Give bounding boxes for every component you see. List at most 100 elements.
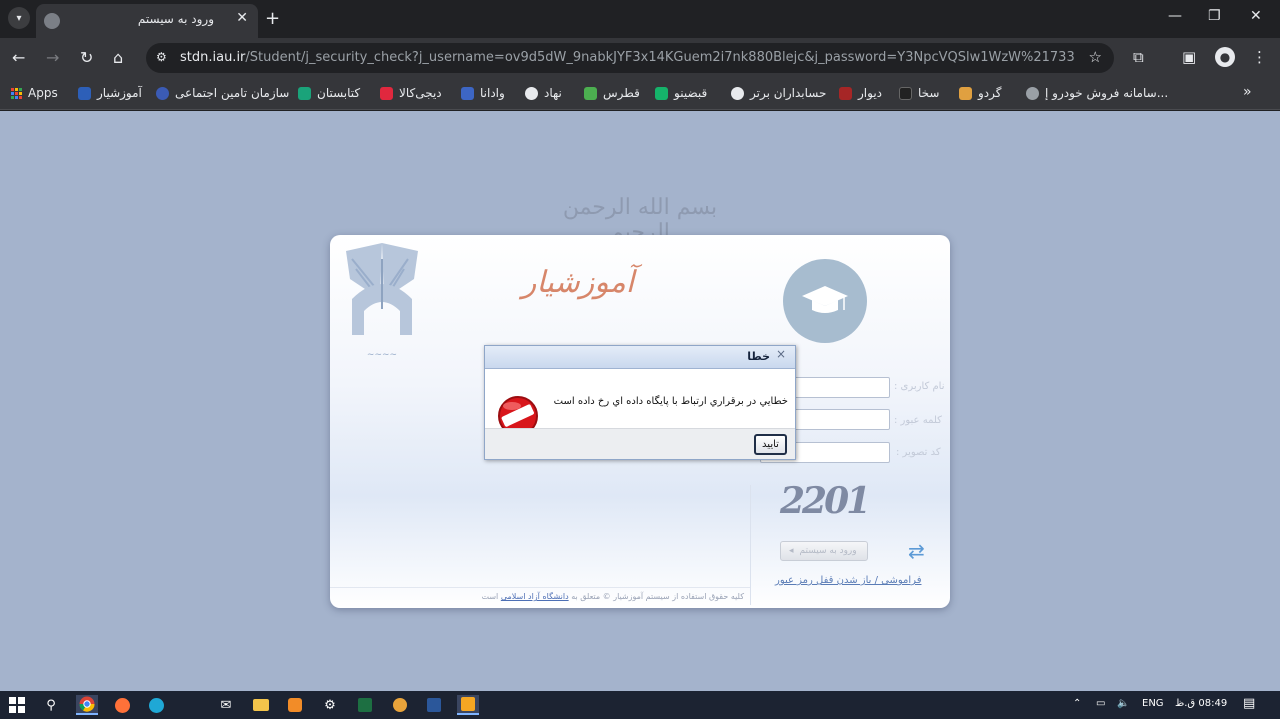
app-taskbar-icon-3[interactable] [389,695,411,715]
close-tab-icon[interactable]: ✕ [236,10,248,26]
bookmark-digikala[interactable]: دیجی‌کالا [380,86,442,100]
chrome-taskbar-icon[interactable] [76,695,98,715]
bookmark-favicon-icon [1026,86,1039,100]
url-path: /Student/j_security_check?j_username=ov9… [245,50,1075,65]
bookmark-nahad[interactable]: نهاد [525,86,562,100]
dialog-close-icon[interactable]: × [776,347,786,361]
url-text[interactable]: stdn.iau.ir/Student/j_security_check?j_u… [180,50,1075,65]
error-dialog: × خطا خطايي در برقراري ارتباط با پايگاه … [484,345,796,460]
network-icon[interactable]: ▭ [1096,698,1105,709]
bookmark-ketabestan[interactable]: کتابستان [298,86,360,100]
bookmark-favicon-icon [461,86,474,100]
home-icon[interactable]: ⌂ [113,48,123,67]
bookmark-favicon-icon [156,86,169,100]
side-panel-icon[interactable]: ▣ [1182,48,1196,66]
windows-start-icon[interactable] [6,695,28,715]
captcha-label: کد تصویر : [896,447,941,458]
bookmark-favicon-icon [78,86,91,100]
app-taskbar-icon[interactable] [284,695,306,715]
bookmark-tamin[interactable]: سازمان تامین اجتماعی [156,86,289,100]
notification-icon[interactable]: ▤ [1243,696,1255,711]
site-info-icon[interactable]: ⚙ [156,50,167,64]
reload-icon[interactable]: ↻ [80,48,93,67]
ok-button[interactable]: تایید [754,434,787,455]
forward-icon[interactable]: → [46,48,59,67]
graduation-cap-icon [783,259,867,343]
login-button[interactable]: ورود به سیستم ◂ [780,541,868,561]
brand-title: آموزشیار [521,265,635,300]
copyright-footer: کلیه حقوق استفاده از سیستم آموزشیار © مت… [481,592,745,601]
tab-active[interactable]: ورود به سیستم ✕ [36,4,258,38]
card-divider [750,485,751,605]
password-label: کلمه عبور : [894,415,942,426]
file-explorer-icon[interactable] [250,695,272,715]
bookmark-favicon-icon [525,86,538,100]
language-indicator[interactable]: ENG [1142,698,1164,709]
bookmark-ghatras[interactable]: قطرس [584,86,640,100]
footer-divider [330,587,750,588]
app-taskbar-icon-2[interactable]: ⚙ [319,695,341,715]
mail-taskbar-icon[interactable]: ✉ [215,695,237,715]
bismillah-calligraphy: بسم الله الرحمن الرحيم [562,195,718,245]
bookmark-favicon-icon [380,86,393,100]
bookmark-apps[interactable]: Apps [11,86,58,100]
address-bar[interactable]: ⚙ stdn.iau.ir/Student/j_security_check?j… [146,43,1114,73]
bookmark-favicon-icon [839,86,852,100]
login-button-label: ورود به سیستم [799,546,857,556]
bookmark-ghabzino[interactable]: قبضینو [655,86,707,100]
bookmark-favicon-icon [655,86,668,100]
url-host: stdn.iau.ir [180,50,246,65]
bookmark-khodro[interactable]: سامانه فروش خودرو إ... [1026,86,1168,100]
bookmark-star-icon[interactable]: ☆ [1089,48,1102,66]
university-logo-icon: ~~~~ [346,243,418,360]
search-icon[interactable]: ⚲ [40,695,62,715]
firefox-taskbar-icon[interactable] [111,695,133,715]
back-icon[interactable]: ← [12,48,25,67]
minimize-icon[interactable]: — [1168,8,1182,24]
dialog-title: خطا [747,350,770,363]
profile-avatar-icon[interactable]: ● [1215,47,1235,67]
forgot-password-link[interactable]: فراموشی / باز شدن قفل رمز عبور [775,575,921,586]
university-link[interactable]: دانشگاه آزاد اسلامی [501,592,569,601]
browser-toolbar: ← → ↻ ⌂ ⚙ stdn.iau.ir/Student/j_security… [0,38,1280,78]
bookmark-favicon-icon [298,86,311,100]
menu-kebab-icon[interactable]: ⋮ [1252,48,1267,66]
dialog-button-bar: تایید [485,428,795,459]
clock[interactable]: 08:49 ق.ظ [1175,698,1227,709]
restore-icon[interactable]: ❐ [1208,8,1221,24]
bookmark-favicon-icon [959,86,972,100]
svg-text:~~~~: ~~~~ [367,350,397,360]
tab-search-button[interactable]: ▾ [8,7,30,29]
captcha-image: 2201 [780,480,871,522]
dialog-titlebar: × خطا [485,346,795,369]
bookmark-favicon-icon [584,86,597,100]
tab-title: ورود به سیستم [137,12,214,26]
extensions-icon[interactable]: ⧉ [1133,48,1144,66]
apps-grid-icon [11,87,22,99]
bookmarks-bar: Apps آموزشیار سازمان تامین اجتماعی کتابس… [0,78,1280,110]
arrow-left-icon: ◂ [789,546,794,556]
bookmark-favicon-icon [731,86,744,100]
bookmark-sakha[interactable]: سخا [899,86,939,100]
dialog-message: خطايي در برقراري ارتباط با پايگاه داده ا… [553,396,788,407]
bookmark-divar[interactable]: دیوار [839,86,882,100]
volume-icon[interactable]: 🔈 [1117,698,1129,709]
edge-taskbar-icon[interactable] [145,695,167,715]
username-label: نام کاربری : [894,381,945,392]
tab-bar: ▾ ورود به سیستم ✕ + — ❐ ✕ [0,0,1280,38]
more-bookmarks-icon[interactable]: » [1243,84,1252,100]
excel-taskbar-icon[interactable] [354,695,376,715]
bookmark-hesabdaran[interactable]: حسابداران برتر [731,86,826,100]
bookmark-vadana[interactable]: وادانا [461,86,505,100]
new-tab-button[interactable]: + [265,8,280,29]
refresh-captcha-icon[interactable]: ⇄ [908,539,925,563]
close-window-icon[interactable]: ✕ [1250,8,1262,24]
word-taskbar-icon[interactable] [423,695,445,715]
media-player-taskbar-icon[interactable] [457,695,479,715]
page-favicon-icon [44,13,60,29]
bookmark-amoozeshyar[interactable]: آموزشیار [78,86,142,100]
windows-taskbar: ⚲ ✉ ⚙ ⌃ ▭ 🔈 ENG 08:49 ق.ظ ▤ [0,691,1280,719]
bookmark-favicon-icon [899,86,912,100]
tray-expand-icon[interactable]: ⌃ [1073,698,1081,709]
bookmark-gerdoo[interactable]: گردو [959,86,1001,100]
